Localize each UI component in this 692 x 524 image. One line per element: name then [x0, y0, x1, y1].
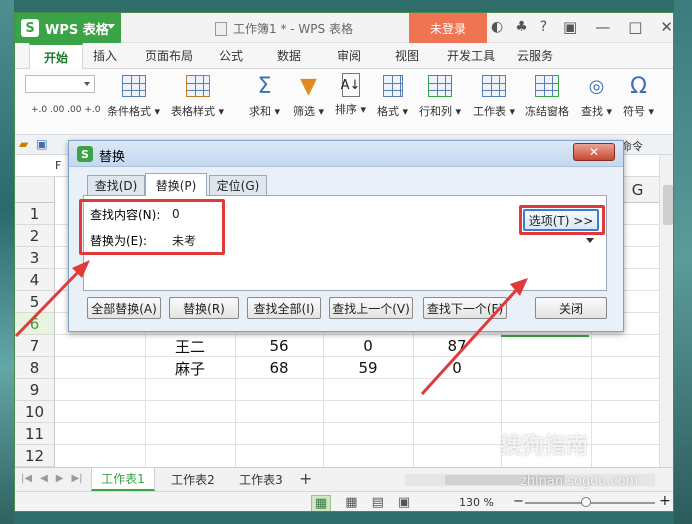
arrow-to-fields	[14, 260, 90, 338]
annotation-arrows	[14, 260, 528, 396]
tab-replace[interactable]: 替换(P)	[145, 173, 207, 196]
arrow-to-options	[420, 278, 528, 396]
